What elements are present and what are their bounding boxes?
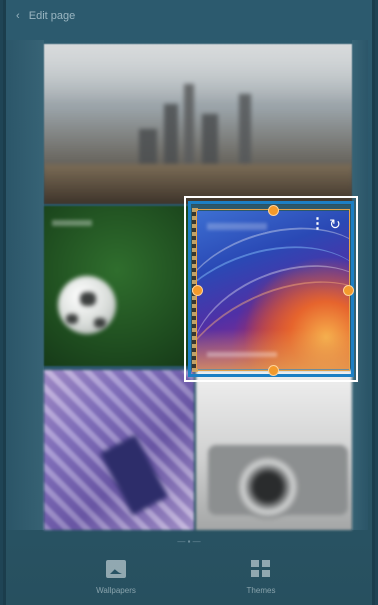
wallpapers-button[interactable]: Wallpapers — [76, 560, 156, 595]
bottom-bar: Wallpapers Themes — [0, 552, 378, 605]
back-icon[interactable]: ‹ — [16, 10, 20, 22]
resize-handle-top[interactable] — [268, 205, 279, 216]
resize-handle-right[interactable] — [343, 285, 354, 296]
previous-page-edge[interactable] — [6, 40, 44, 530]
page-indicator: — ▪ — — [177, 537, 201, 546]
themes-button[interactable]: Themes — [221, 560, 301, 595]
header-title: Edit page — [28, 10, 76, 22]
widget-resize-border[interactable] — [196, 209, 350, 371]
keyboard-photo-tile — [44, 370, 194, 530]
wallpapers-label: Wallpapers — [96, 586, 136, 595]
resize-handle-bottom[interactable] — [268, 365, 279, 376]
camera-lens-image — [236, 455, 300, 519]
header: ‹ Edit page — [6, 0, 378, 32]
themes-label: Themes — [246, 586, 276, 595]
city-photo-tile — [44, 44, 352, 204]
refresh-icon[interactable]: ↻ — [327, 216, 343, 232]
more-options-icon[interactable]: ⋮ — [310, 216, 325, 232]
themes-grid-icon — [251, 560, 271, 578]
resize-handle-left[interactable] — [192, 285, 203, 296]
camera-photo-tile — [196, 370, 352, 530]
soccer-photo-tile — [44, 206, 190, 366]
wallpaper-icon — [106, 560, 126, 578]
